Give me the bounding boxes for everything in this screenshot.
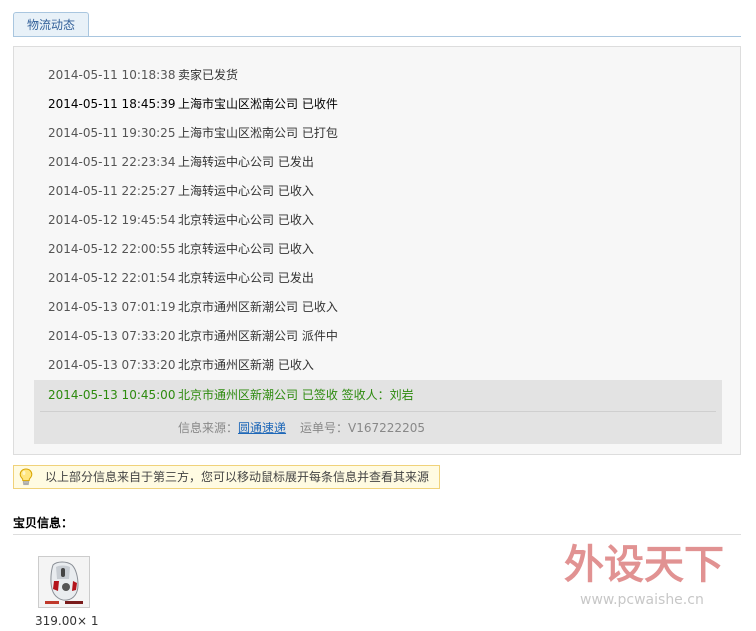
logistics-time: 2014-05-13 07:33:20: [48, 329, 176, 343]
logistics-list: 2014-05-11 10:18:38 卖家已发货 2014-05-11 18:45…: [34, 61, 722, 444]
source-label: 信息来源：: [178, 421, 239, 435]
logistics-row: 2014-05-11 19:30:25 上海市宝山区淞南公司 已打包: [34, 119, 722, 148]
logistics-desc: 上海市宝山区淞南公司 已打包: [178, 126, 338, 140]
third-party-notice: 以上部分信息来自于第三方，您可以移动鼠标展开每条信息并查看其来源: [13, 465, 440, 489]
watermark-url: www.pcwaishe.cn: [580, 592, 704, 608]
logistics-time: 2014-05-12 22:00:55: [48, 242, 176, 256]
logistics-time: 2014-05-12 22:01:54: [48, 271, 176, 285]
courier-link[interactable]: 圆通速递: [238, 421, 286, 435]
logistics-row: 2014-05-12 22:00:55 北京转运中心公司 已收入: [34, 235, 722, 264]
watermark-title: 外设天下: [564, 542, 724, 588]
logistics-time: 2014-05-13 07:33:20: [48, 358, 176, 372]
product-thumbnail[interactable]: [38, 556, 90, 608]
logistics-desc: 北京转运中心公司 已发出: [178, 271, 314, 285]
info-source: 信息来源：圆通速递 运单号：V167222205: [34, 410, 722, 444]
product-price-qty: 319.00× 1: [35, 614, 99, 628]
logistics-row: 2014-05-11 22:23:34 上海转运中心公司 已发出: [34, 148, 722, 177]
logistics-row: 2014-05-11 10:18:38 卖家已发货: [34, 61, 722, 90]
product-info-title: 宝贝信息：: [13, 516, 74, 530]
logistics-row-latest: 2014-05-13 10:45:00 北京市通州区新潮公司 已签收 签收人：刘…: [34, 380, 722, 410]
logistics-desc: 北京市通州区新潮公司 已签收 签收人：刘岩: [178, 388, 414, 402]
mouse-image: [39, 557, 89, 607]
logistics-panel: 2014-05-11 10:18:38 卖家已发货 2014-05-11 18:45…: [13, 46, 741, 455]
logistics-time: 2014-05-12 19:45:54: [48, 213, 176, 227]
logistics-desc: 上海转运中心公司 已收入: [178, 184, 314, 198]
logistics-desc: 卖家已发货: [178, 68, 239, 82]
tab-logistics[interactable]: 物流动态: [13, 12, 89, 36]
logistics-desc: 北京市通州区新潮公司 已收入: [178, 300, 338, 314]
lightbulb-icon: [19, 468, 33, 486]
logistics-desc: 北京市通州区新潮 已收入: [178, 358, 314, 372]
logistics-row: 2014-05-13 07:33:20 北京市通州区新潮公司 派件中: [34, 322, 722, 351]
logistics-row: 2014-05-11 18:45:39 上海市宝山区淞南公司 已收件: [34, 90, 722, 119]
logistics-row: 2014-05-12 19:45:54 北京转运中心公司 已收入: [34, 206, 722, 235]
logistics-time: 2014-05-11 22:23:34: [48, 155, 176, 169]
tab-divider: [13, 36, 741, 37]
logistics-desc: 北京市通州区新潮公司 派件中: [178, 329, 338, 343]
watermark: 外设天下 www.pcwaishe.cn: [564, 542, 724, 608]
logistics-time: 2014-05-11 10:18:38: [48, 68, 176, 82]
notice-text: 以上部分信息来自于第三方，您可以移动鼠标展开每条信息并查看其来源: [45, 470, 430, 484]
logistics-time: 2014-05-13 10:45:00: [48, 388, 176, 402]
logistics-desc: 北京转运中心公司 已收入: [178, 213, 314, 227]
logistics-time: 2014-05-11 22:25:27: [48, 184, 176, 198]
logistics-time: 2014-05-11 19:30:25: [48, 126, 176, 140]
divider: [40, 411, 716, 412]
logistics-time: 2014-05-11 18:45:39: [48, 97, 176, 111]
logistics-row: 2014-05-12 22:01:54 北京转运中心公司 已发出: [34, 264, 722, 293]
logistics-desc: 上海市宝山区淞南公司 已收件: [178, 97, 338, 111]
divider: [13, 534, 741, 535]
logistics-row: 2014-05-13 07:33:20 北京市通州区新潮 已收入: [34, 351, 722, 380]
logistics-desc: 上海转运中心公司 已发出: [178, 155, 314, 169]
logistics-time: 2014-05-13 07:01:19: [48, 300, 176, 314]
waybill-number: V167222205: [348, 421, 425, 435]
logistics-desc: 北京转运中心公司 已收入: [178, 242, 314, 256]
logistics-row: 2014-05-11 22:25:27 上海转运中心公司 已收入: [34, 177, 722, 206]
logistics-row: 2014-05-13 07:01:19 北京市通州区新潮公司 已收入: [34, 293, 722, 322]
waybill-label: 运单号：: [300, 421, 349, 435]
